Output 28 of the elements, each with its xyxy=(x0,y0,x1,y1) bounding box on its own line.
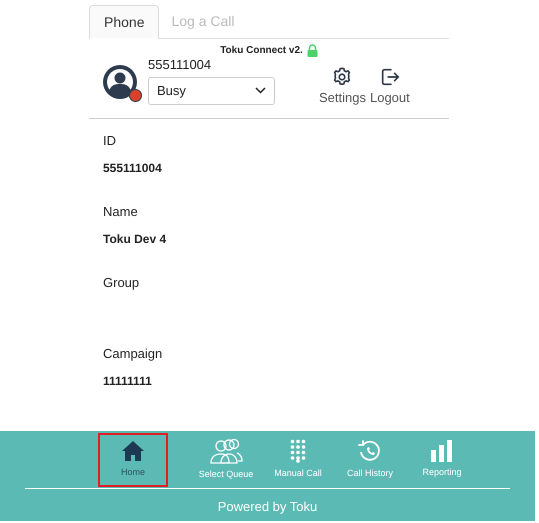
settings-button[interactable]: Settings xyxy=(319,66,366,108)
logout-button[interactable]: Logout xyxy=(370,66,410,108)
field-value: Toku Dev 4 xyxy=(103,231,168,248)
field-label: Campaign xyxy=(103,344,164,363)
tab[interactable]: Log a Call xyxy=(159,4,247,38)
field-value: 555111004 xyxy=(103,160,163,177)
home-icon xyxy=(121,440,145,462)
field-value: 11111111 xyxy=(103,373,153,390)
chevron-down-icon xyxy=(255,87,266,94)
bar-chart-icon xyxy=(431,440,453,462)
nav-item[interactable]: Manual Call xyxy=(263,433,333,487)
history-icon xyxy=(358,439,382,464)
status-dropdown[interactable]: Busy xyxy=(148,76,275,104)
nav-item[interactable]: Call History xyxy=(335,433,405,487)
version-label: Toku Connect v2. xyxy=(220,44,303,58)
tab[interactable]: Phone xyxy=(89,5,160,39)
nav-item[interactable]: Home xyxy=(98,433,168,487)
user-id: 555111004 xyxy=(148,56,212,74)
footer-text: Powered by Toku xyxy=(218,498,318,516)
avatar-icon xyxy=(102,64,140,102)
field-label: Group xyxy=(103,274,140,292)
nav-item[interactable]: Select Queue xyxy=(191,433,261,487)
field-label: Name xyxy=(103,202,139,220)
nav-item[interactable]: Reporting xyxy=(407,433,477,487)
dialpad-icon xyxy=(290,439,306,464)
settings-icon xyxy=(331,66,354,88)
people-icon xyxy=(209,438,243,464)
field-label: ID xyxy=(103,132,117,150)
